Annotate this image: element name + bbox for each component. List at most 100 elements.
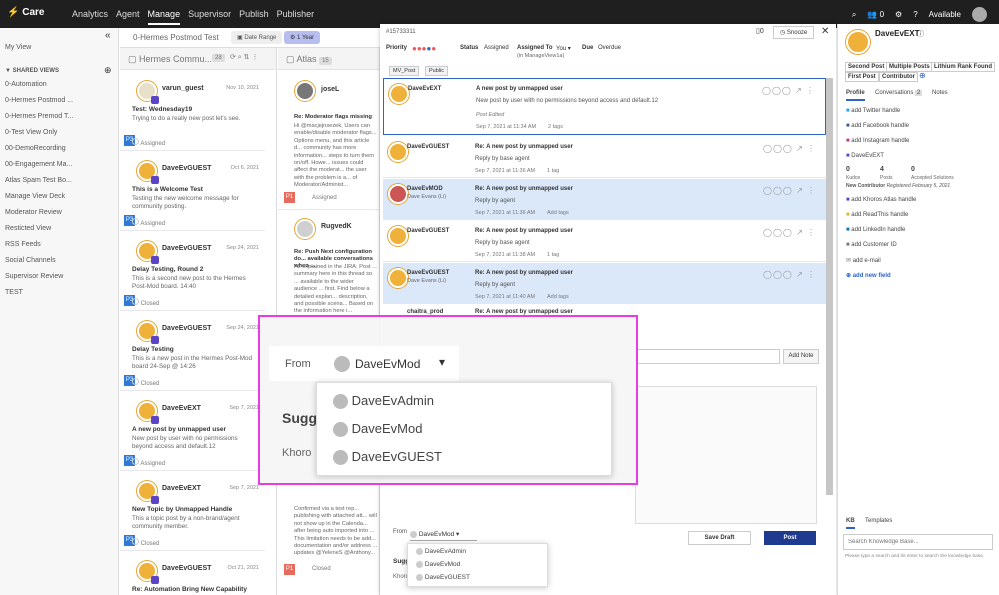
from-option[interactable]: DaveEvMod (416, 561, 555, 568)
tab-templates[interactable]: Templates (865, 518, 892, 524)
post-actions-icons[interactable]: ◯◯◯ ↗ ⋮ (763, 270, 816, 279)
nav-agent[interactable]: Agent (116, 9, 140, 25)
info-icon[interactable]: ⓘ (917, 29, 924, 39)
sidebar-item[interactable]: Social Channels (5, 257, 56, 264)
conversation-card[interactable]: joseL Re: Moderator flags missing Hi @ma… (278, 75, 380, 210)
from-dropdown[interactable]: DaveEvMod ▾ (410, 526, 477, 541)
tab-notes[interactable]: Notes (932, 90, 948, 96)
from-dropdown-value[interactable]: DaveEvMod (355, 357, 420, 371)
post-tags[interactable]: 2 tags (548, 124, 563, 130)
twitter-link[interactable]: ■ add Twitter handle (846, 108, 900, 114)
sidebar-item[interactable]: Resticted View (5, 225, 51, 232)
post-row[interactable]: DaveEvMOD Dave Evans (Li) Re: A new post… (383, 179, 826, 220)
nav-supervisor[interactable]: Supervisor (188, 9, 231, 25)
instagram-link[interactable]: ■ add Instagram handle (846, 138, 909, 144)
conversation-card[interactable]: DaveEvEXT Sep 7, 2021 A new post by unma… (120, 395, 265, 471)
editor-area[interactable] (635, 386, 817, 524)
search-icon[interactable]: ⌕ (852, 10, 856, 20)
add-view-icon[interactable]: ⊕ (104, 65, 112, 76)
sidebar-item[interactable]: 00-Engagement Ma... (5, 161, 72, 168)
nav-publish[interactable]: Publish (239, 9, 269, 25)
close-icon[interactable]: ✕ (821, 26, 829, 37)
tag-chip[interactable]: Public (425, 66, 448, 76)
chevron-down-icon[interactable]: ▾ (439, 355, 445, 369)
tab-conversations[interactable]: Conversations 2 (875, 90, 923, 96)
conversation-card[interactable]: DaveEvGUEST Sep 24, 2021 Delay Testing, … (120, 235, 265, 311)
post-button[interactable]: Post (764, 531, 816, 545)
linkedin-link[interactable]: ■ add LinkedIn handle (846, 227, 905, 233)
sidebar-item[interactable]: RSS Feeds (5, 241, 41, 248)
sidebar-item[interactable]: Moderator Review (5, 209, 62, 216)
sidebar-item[interactable]: Atlas Spam Test Bo... (5, 177, 72, 184)
readthis-link[interactable]: ■ add ReadThis handle (846, 212, 908, 218)
avatar[interactable] (972, 7, 987, 22)
post-tags[interactable]: 1 tag (547, 168, 559, 174)
add-field-link[interactable]: ⊕ add new field (846, 272, 891, 279)
callout-option[interactable]: DaveEvGUEST (333, 449, 627, 466)
sidebar-item[interactable]: TEST (5, 289, 23, 296)
date-range-button[interactable]: ▣ Date Range (231, 31, 283, 44)
status-value[interactable]: Assigned (484, 45, 509, 51)
post-actions-icons[interactable]: ◯◯◯ ↗ ⋮ (762, 86, 815, 95)
tab-profile[interactable]: Profile (846, 90, 865, 101)
khoros-atlas-link[interactable]: ■ add Khoros Atlas handle (846, 197, 916, 203)
assigned-to-value[interactable]: You ▾ (556, 45, 571, 52)
post-tags[interactable]: 1 tag (547, 252, 559, 258)
note-input[interactable] (635, 349, 780, 364)
conversation-card[interactable]: varun_guest Nov 10, 2021 Test: Wednesday… (120, 75, 265, 151)
sidebar-item[interactable]: 00-DemoRecording (5, 145, 66, 152)
facebook-link[interactable]: ■ add Facebook handle (846, 123, 909, 129)
post-actions-icons[interactable]: ◯◯◯ ↗ ⋮ (763, 186, 816, 195)
email-link[interactable]: ✉ add e-mail (846, 257, 881, 264)
nav-manage[interactable]: Manage (147, 9, 181, 25)
modal-scrollbar[interactable] (826, 78, 833, 495)
snooze-button[interactable]: ◷ Snooze (773, 26, 815, 39)
gear-icon[interactable]: ⚙ (895, 10, 902, 19)
sidebar-item[interactable]: Manage View Deck (5, 193, 65, 200)
collapse-icon[interactable]: « (105, 30, 111, 41)
post-row[interactable]: DaveEvGUEST Re: A new post by unmapped u… (383, 137, 826, 178)
add-note-button[interactable]: Add Note (783, 349, 819, 364)
from-option[interactable]: DaveEvAdmin (416, 548, 555, 555)
post-actions-icons[interactable]: ◯◯◯ ↗ ⋮ (763, 228, 816, 237)
column-actions-icons[interactable]: ⟳ ⌕ ⇅ ⋮ (230, 53, 259, 62)
conversation-card[interactable]: DaveEvGUEST Oct 21, 2021 Re: Automation … (120, 555, 265, 595)
post-row[interactable]: DaveEvEXT A new post by unmapped user Ne… (383, 78, 826, 135)
sidebar-item[interactable]: 0-Hermes Postmod ... (5, 97, 73, 104)
callout-option[interactable]: DaveEvAdmin (333, 393, 627, 410)
nav-publisher[interactable]: Publisher (277, 9, 315, 25)
post-tags[interactable]: Add tags (547, 294, 569, 300)
conversation-card[interactable]: Confirmed via a test rep... publishing w… (278, 501, 380, 595)
help-icon[interactable]: ? (913, 10, 917, 19)
kb-search-input[interactable] (843, 534, 993, 550)
from-option[interactable]: DaveEvGUEST (416, 574, 555, 581)
tag-chip[interactable]: MV_Post (389, 66, 420, 76)
sidebar-item[interactable]: Supervisor Review (5, 273, 63, 280)
save-draft-button[interactable]: Save Draft (688, 531, 751, 545)
my-view-link[interactable]: My View (5, 44, 31, 51)
conversation-card[interactable]: DaveEvEXT Sep 7, 2021 New Topic by Unmap… (120, 475, 265, 551)
priority-selector[interactable]: ●●●●● (412, 44, 436, 53)
users-icon[interactable]: 👥 0 (867, 10, 884, 19)
post-actions-icons[interactable]: ◯◯◯ ↗ ⋮ (763, 144, 816, 153)
conversation-card[interactable]: DaveEvGUEST Sep 24, 2021 Delay Testing T… (120, 315, 265, 391)
from-selector[interactable]: From (393, 529, 407, 535)
plus-icon[interactable]: ⊕ (919, 71, 926, 80)
sidebar-item[interactable]: 0-Test View Only (5, 129, 57, 136)
post-tags[interactable]: Add tags (547, 210, 569, 216)
tab-kb[interactable]: KB (846, 518, 855, 529)
nav-analytics[interactable]: Analytics (72, 9, 108, 25)
sidebar-item[interactable]: 0-Hermes Premod T... (5, 113, 73, 120)
note-icon[interactable]: ▯0 (756, 27, 764, 35)
conversation-card[interactable]: DaveEvGUEST Oct 6, 2021 This is a Welcom… (120, 155, 265, 231)
customer-id-link[interactable]: ■ add Customer ID (846, 242, 897, 248)
callout-option[interactable]: DaveEvMod (333, 421, 627, 438)
year-filter-button[interactable]: ⚙ 1 Year (284, 31, 321, 44)
card-status: Closed (132, 298, 159, 307)
sidebar-item[interactable]: 0-Automation (5, 81, 47, 88)
post-row[interactable]: DaveEvGUEST Re: A new post by unmapped u… (383, 221, 826, 262)
card-subject: Delay Testing, Round 2 (132, 266, 204, 273)
availability-status[interactable]: Available (929, 10, 961, 19)
post-row[interactable]: DaveEvGUEST Dave Evans (Li) Re: A new po… (383, 263, 826, 304)
brand-label[interactable]: ⚡ Care (7, 7, 44, 18)
